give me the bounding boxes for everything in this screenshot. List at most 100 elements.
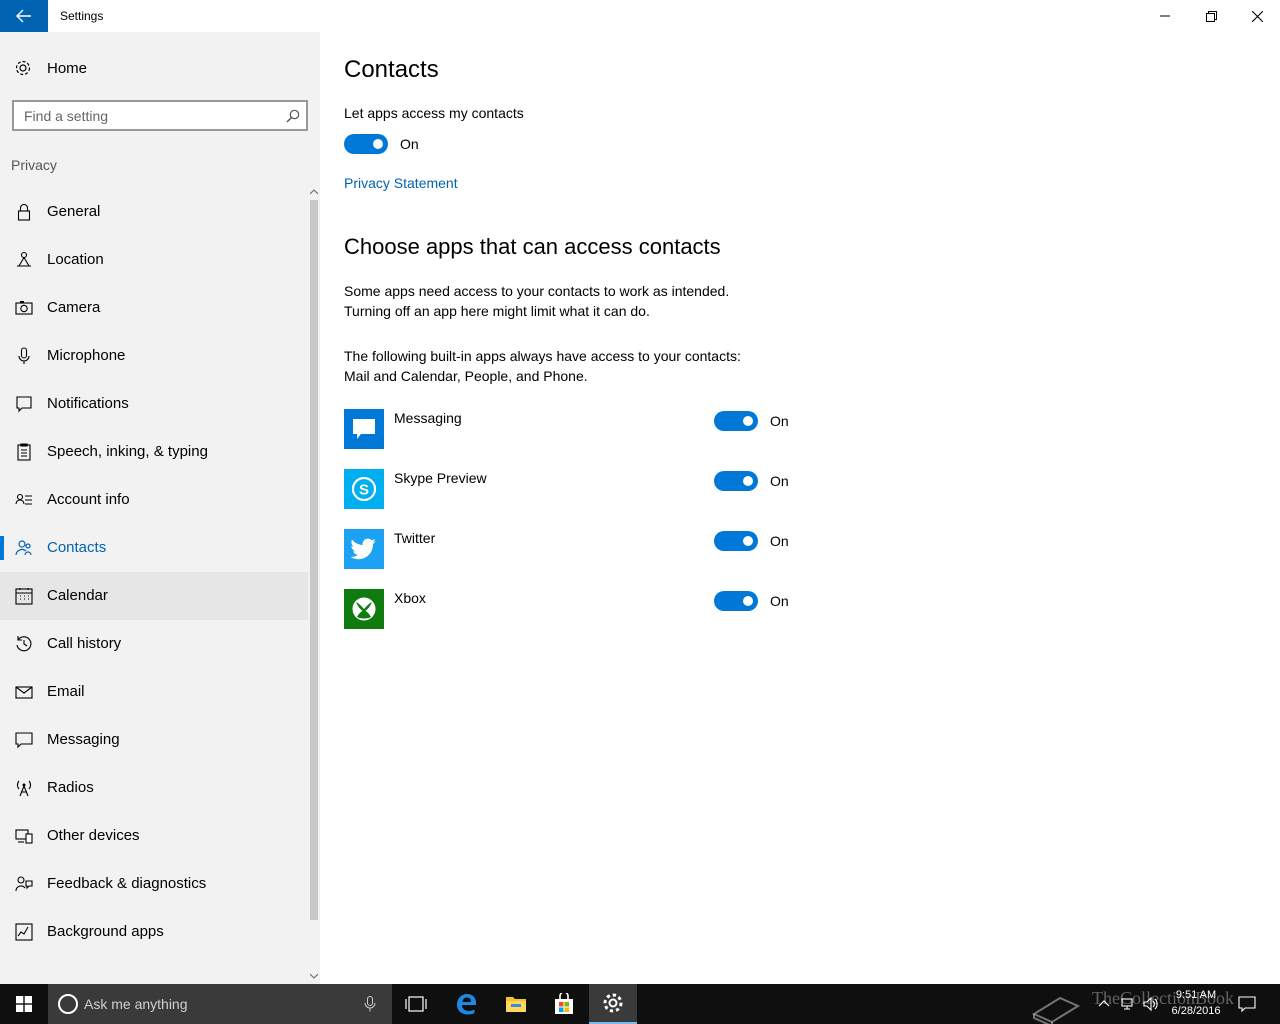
description-paragraph: Some apps need access to your contacts t…: [344, 281, 729, 321]
skype-logo-icon: S: [351, 476, 377, 502]
twitter-bird-icon: [351, 538, 376, 560]
toggle-knob: [743, 416, 753, 426]
start-button[interactable]: [0, 984, 48, 1024]
search-input[interactable]: [24, 107, 274, 125]
sidebar-item-general[interactable]: General: [0, 188, 308, 236]
contacts-icon: [15, 540, 32, 556]
contacts-access-state: On: [400, 136, 419, 152]
windows-logo-icon: [16, 996, 32, 1012]
sidebar-item-label: Speech, inking, & typing: [47, 443, 208, 460]
title-bar: Settings: [0, 0, 1280, 32]
messaging-toggle[interactable]: [714, 411, 758, 431]
toggle-knob: [743, 596, 753, 606]
sidebar-item-location[interactable]: Location: [0, 236, 308, 284]
taskbar-clock[interactable]: 9:51 AM 6/28/2016: [1160, 987, 1232, 1019]
xbox-toggle[interactable]: [714, 591, 758, 611]
cortana-icon: [58, 994, 78, 1014]
sidebar-item-email[interactable]: Email: [0, 668, 308, 716]
sidebar-item-calendar[interactable]: Calendar: [0, 572, 308, 620]
sidebar-home[interactable]: Home: [0, 46, 308, 90]
task-view-button[interactable]: [392, 984, 440, 1024]
sidebar-item-label: Other devices: [47, 827, 140, 844]
sidebar-item-radios[interactable]: Radios: [0, 764, 308, 812]
cortana-search-box[interactable]: Ask me anything: [48, 984, 392, 1024]
app-name: Skype Preview: [394, 470, 487, 486]
access-setting-label: Let apps access my contacts: [344, 105, 524, 121]
sidebar-item-speech[interactable]: Speech, inking, & typing: [0, 428, 308, 476]
sidebar-item-account-info[interactable]: Account info: [0, 476, 308, 524]
location-icon: [17, 251, 31, 267]
sidebar-item-label: General: [47, 203, 101, 220]
svg-text:S: S: [359, 482, 369, 499]
file-explorer-taskbar-button[interactable]: [492, 984, 540, 1024]
contacts-access-toggle[interactable]: [344, 134, 388, 154]
speech-icon: [17, 443, 31, 461]
chevron-up-icon[interactable]: [1096, 996, 1112, 1012]
sidebar-item-label: Background apps: [47, 923, 164, 940]
app-name: Xbox: [394, 590, 426, 606]
devices-icon: [15, 829, 33, 844]
sidebar-item-other-devices[interactable]: Other devices: [0, 812, 308, 860]
lock-icon: [17, 203, 31, 221]
volume-icon[interactable]: [1142, 996, 1158, 1012]
store-taskbar-button[interactable]: [540, 984, 588, 1024]
app-name: Messaging: [394, 410, 462, 426]
toggle-knob: [743, 536, 753, 546]
feedback-icon: [15, 876, 33, 892]
app-row-twitter: Twitter On: [344, 529, 804, 569]
twitter-toggle[interactable]: [714, 531, 758, 551]
cortana-placeholder: Ask me anything: [84, 996, 188, 1012]
scroll-down-arrow-icon[interactable]: [310, 972, 318, 980]
sidebar-item-notifications[interactable]: Notifications: [0, 380, 308, 428]
app-row-skype: S Skype Preview On: [344, 469, 804, 509]
sidebar-item-camera[interactable]: Camera: [0, 284, 308, 332]
built-in-line-2: Mail and Calendar, People, and Phone.: [344, 368, 588, 384]
skype-app-icon: S: [344, 469, 384, 509]
privacy-statement-link[interactable]: Privacy Statement: [344, 175, 458, 191]
home-label: Home: [47, 60, 88, 77]
scrollbar-thumb[interactable]: [310, 200, 318, 920]
close-button[interactable]: [1234, 0, 1280, 32]
sidebar-scrollbar[interactable]: [308, 182, 320, 984]
group-label-privacy: Privacy: [11, 157, 57, 173]
back-button[interactable]: [0, 0, 48, 32]
background-apps-icon: [15, 923, 33, 941]
scroll-up-arrow-icon[interactable]: [310, 188, 318, 196]
search-box[interactable]: [12, 100, 308, 131]
sidebar-item-background-apps[interactable]: Background apps: [0, 908, 308, 956]
skype-toggle[interactable]: [714, 471, 758, 491]
search-icon[interactable]: [286, 109, 300, 123]
messaging-app-icon: [344, 409, 384, 449]
history-icon: [16, 636, 32, 652]
email-icon: [15, 686, 33, 699]
folder-icon: [506, 997, 526, 1012]
restore-button[interactable]: [1188, 0, 1234, 32]
taskbar: Ask me anything TheCollectionBook 9:51 A…: [0, 984, 1280, 1024]
sidebar-item-label: Calendar: [47, 587, 108, 604]
sidebar-item-messaging[interactable]: Messaging: [0, 716, 308, 764]
minimize-button[interactable]: [1142, 0, 1188, 32]
sidebar-item-feedback[interactable]: Feedback & diagnostics: [0, 860, 308, 908]
sidebar-item-contacts[interactable]: Contacts: [0, 524, 308, 572]
toggle-knob: [373, 139, 383, 149]
skype-toggle-state: On: [770, 473, 789, 489]
microphone-icon[interactable]: [364, 996, 376, 1012]
sidebar-item-label: Messaging: [47, 731, 120, 748]
chat-bubble-icon: [353, 419, 375, 439]
app-row-xbox: Xbox On: [344, 589, 804, 629]
built-in-line-1: The following built-in apps always have …: [344, 348, 741, 364]
clock-time: 9:51 AM: [1175, 989, 1217, 1001]
sidebar-item-label: Notifications: [47, 395, 129, 412]
settings-taskbar-button[interactable]: [589, 984, 637, 1024]
settings-gear-icon: [603, 993, 623, 1013]
sidebar-item-microphone[interactable]: Microphone: [0, 332, 308, 380]
action-center-icon[interactable]: [1238, 995, 1256, 1013]
xbox-app-icon: [344, 589, 384, 629]
sidebar-item-label: Feedback & diagnostics: [47, 875, 207, 892]
sidebar-item-label: Email: [47, 683, 85, 700]
network-icon[interactable]: [1120, 996, 1136, 1012]
camera-icon: [15, 301, 33, 315]
edge-taskbar-button[interactable]: [442, 984, 490, 1024]
sidebar-item-call-history[interactable]: Call history: [0, 620, 308, 668]
messaging-icon: [15, 732, 33, 749]
